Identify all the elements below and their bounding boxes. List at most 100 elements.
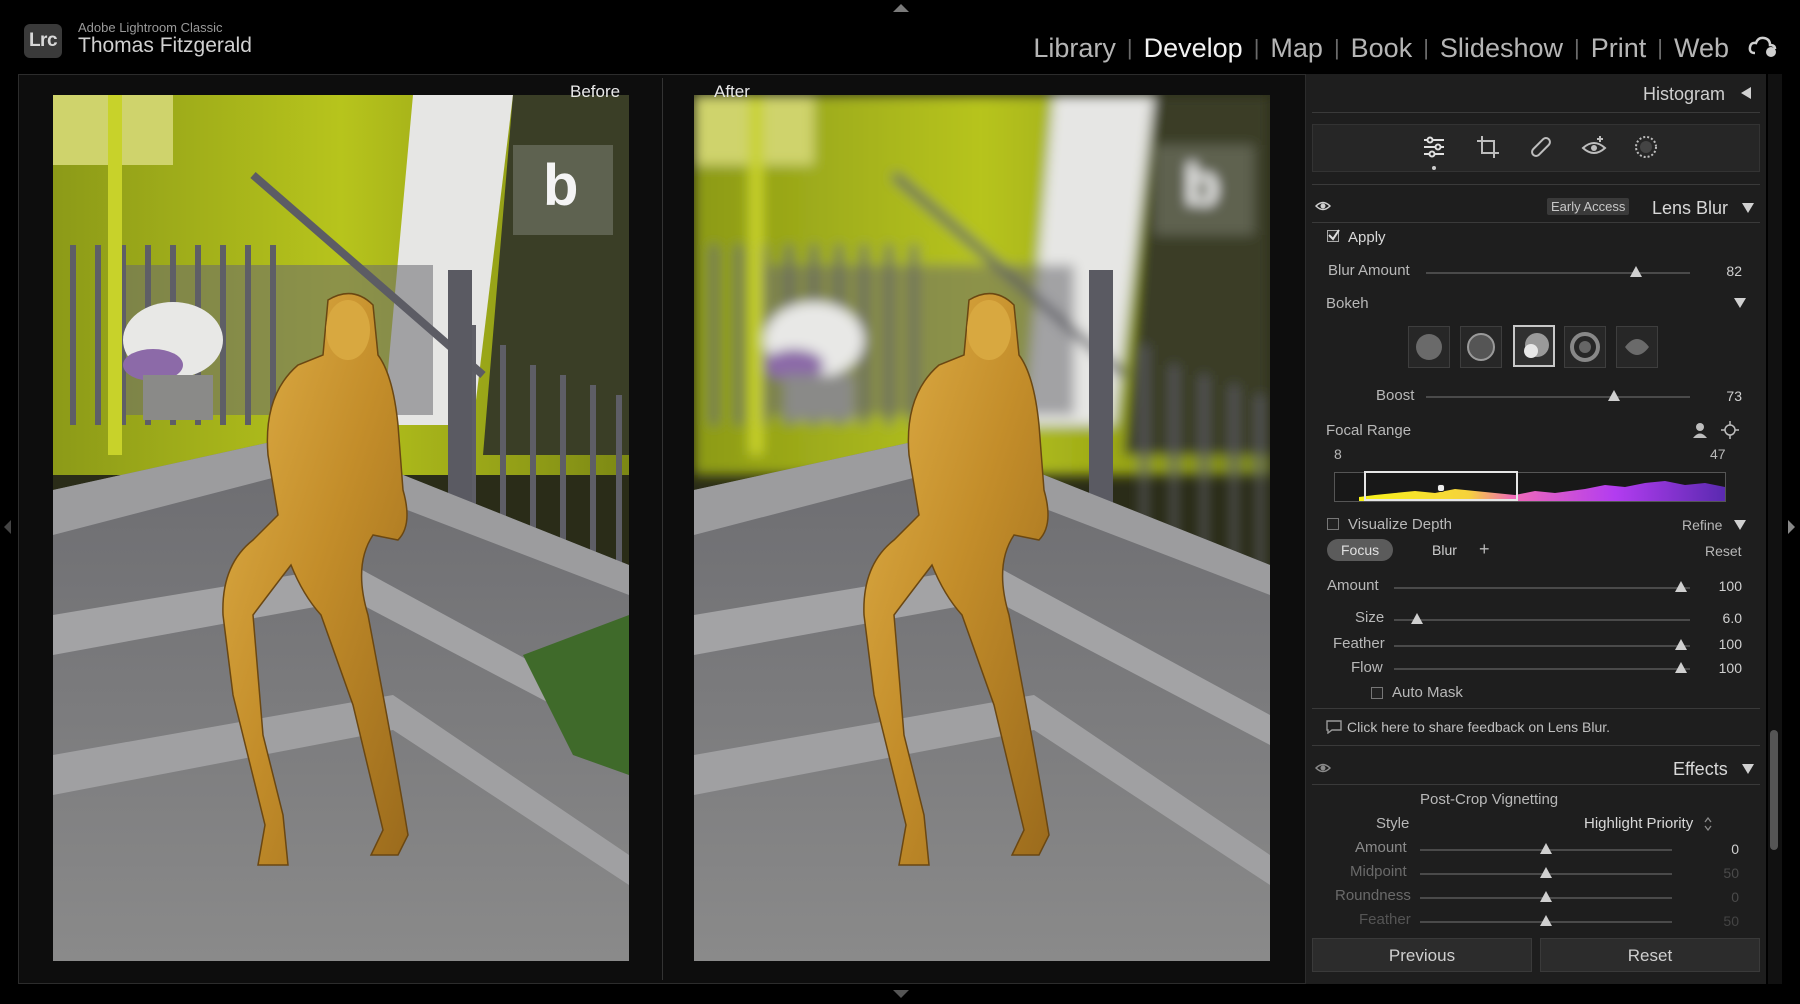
- blur-amount-slider-thumb[interactable]: [1630, 266, 1642, 277]
- brush-flow-slider-track[interactable]: [1394, 668, 1690, 670]
- panel-divider: [1312, 184, 1760, 185]
- lens-blur-collapse-icon[interactable]: [1742, 203, 1754, 213]
- vignette-midpoint-value[interactable]: 50: [1699, 865, 1739, 881]
- previous-button[interactable]: Previous: [1312, 938, 1532, 972]
- brush-amount-value[interactable]: 100: [1702, 578, 1742, 594]
- brush-size-slider-thumb[interactable]: [1411, 613, 1423, 624]
- early-access-badge: Early Access: [1547, 198, 1630, 215]
- brush-feather-label: Feather: [1333, 635, 1385, 652]
- vignette-feather-label: Feather: [1359, 911, 1411, 928]
- red-eye-icon[interactable]: [1580, 133, 1608, 161]
- visualize-depth-checkbox[interactable]: [1327, 518, 1339, 530]
- boost-slider-track[interactable]: [1426, 396, 1690, 398]
- masking-icon[interactable]: [1632, 133, 1660, 161]
- refine-collapse-icon[interactable]: [1734, 520, 1746, 530]
- brush-size-slider-track[interactable]: [1394, 619, 1690, 621]
- cloud-sync-icon[interactable]: [1748, 34, 1778, 58]
- user-name[interactable]: Thomas Fitzgerald: [78, 34, 252, 58]
- brush-reset-button[interactable]: Reset: [1705, 543, 1742, 559]
- focal-point-marker[interactable]: [1437, 484, 1445, 492]
- module-web[interactable]: Web: [1663, 33, 1740, 64]
- lens-blur-title[interactable]: Lens Blur: [1652, 198, 1728, 219]
- bokeh-label: Bokeh: [1326, 295, 1369, 312]
- vignette-title: Post-Crop Vignetting: [1420, 791, 1559, 808]
- vignette-feather-slider-thumb[interactable]: [1540, 915, 1552, 926]
- subject-focus-icon[interactable]: [1690, 420, 1710, 440]
- bokeh-5-blade-button[interactable]: [1513, 325, 1555, 367]
- vignette-style-dropdown[interactable]: Highlight Priority: [1584, 815, 1693, 832]
- brush-amount-label: Amount: [1327, 577, 1379, 594]
- healing-icon[interactable]: [1527, 133, 1555, 161]
- before-photo[interactable]: b: [53, 95, 629, 961]
- boost-slider-thumb[interactable]: [1608, 390, 1620, 401]
- brush-size-value[interactable]: 6.0: [1702, 610, 1742, 626]
- after-photo[interactable]: b: [694, 95, 1270, 961]
- vignette-amount-slider-thumb[interactable]: [1540, 843, 1552, 854]
- bokeh-circle-button[interactable]: [1408, 326, 1450, 368]
- left-panel-toggle-icon[interactable]: [4, 520, 11, 534]
- edit-sliders-icon[interactable]: [1420, 133, 1448, 161]
- vignette-amount-label: Amount: [1355, 839, 1407, 856]
- view-divider: [662, 78, 663, 980]
- bokeh-bubble-button[interactable]: [1460, 326, 1502, 368]
- visualize-depth-label: Visualize Depth: [1348, 516, 1452, 533]
- histogram-collapse-icon[interactable]: [1741, 87, 1751, 99]
- panel-divider: [1312, 745, 1760, 746]
- bokeh-collapse-icon[interactable]: [1734, 298, 1746, 308]
- vignette-roundness-slider-thumb[interactable]: [1540, 891, 1552, 902]
- filmstrip-toggle-icon[interactable]: [893, 990, 909, 998]
- feedback-chat-icon: [1326, 720, 1342, 734]
- right-panel-toggle-icon[interactable]: [1788, 520, 1795, 534]
- brush-feather-slider-thumb[interactable]: [1675, 639, 1687, 650]
- auto-mask-checkbox[interactable]: [1371, 687, 1383, 699]
- brush-amount-slider-thumb[interactable]: [1675, 581, 1687, 592]
- module-map[interactable]: Map: [1259, 33, 1334, 64]
- before-label: Before: [570, 82, 621, 101]
- app-name: Adobe Lightroom Classic: [78, 20, 223, 35]
- point-focus-icon[interactable]: [1720, 420, 1740, 440]
- vignette-roundness-value[interactable]: 0: [1699, 889, 1739, 905]
- module-print[interactable]: Print: [1580, 33, 1658, 64]
- brush-feather-slider-track[interactable]: [1394, 645, 1690, 647]
- histogram-title[interactable]: Histogram: [1643, 84, 1725, 105]
- refine-label[interactable]: Refine: [1682, 517, 1722, 533]
- vignette-feather-value[interactable]: 50: [1699, 913, 1739, 929]
- module-slideshow[interactable]: Slideshow: [1429, 33, 1574, 64]
- brush-amount-slider-track[interactable]: [1394, 587, 1690, 589]
- dropdown-arrows-icon[interactable]: [1704, 817, 1712, 831]
- vignette-midpoint-slider-thumb[interactable]: [1540, 867, 1552, 878]
- crop-icon[interactable]: [1474, 133, 1502, 161]
- brush-feather-value[interactable]: 100: [1702, 636, 1742, 652]
- vignette-amount-value[interactable]: 0: [1699, 841, 1739, 857]
- add-brush-button[interactable]: +: [1479, 539, 1490, 560]
- module-develop[interactable]: Develop: [1133, 33, 1254, 64]
- brush-flow-value[interactable]: 100: [1702, 660, 1742, 676]
- panel-divider: [1312, 112, 1760, 113]
- boost-label: Boost: [1376, 387, 1415, 404]
- top-panel-toggle-icon[interactable]: [893, 4, 909, 12]
- focus-brush-button[interactable]: Focus: [1327, 539, 1394, 561]
- app-logo: Lrc: [24, 24, 62, 58]
- bokeh-cat-eye-button[interactable]: [1616, 326, 1658, 368]
- panel-divider: [1312, 222, 1760, 223]
- blur-amount-slider-track[interactable]: [1426, 272, 1690, 274]
- focal-range-min: 8: [1334, 446, 1342, 462]
- effects-collapse-icon[interactable]: [1742, 764, 1754, 774]
- visibility-eye-icon[interactable]: [1315, 762, 1331, 774]
- bokeh-ring-button[interactable]: [1564, 326, 1606, 368]
- brush-flow-slider-thumb[interactable]: [1675, 662, 1687, 673]
- module-library[interactable]: Library: [1022, 33, 1127, 64]
- boost-value[interactable]: 73: [1702, 388, 1742, 404]
- visibility-eye-icon[interactable]: [1315, 200, 1331, 212]
- active-tool-indicator: [1432, 166, 1436, 170]
- panel-scrollbar-thumb[interactable]: [1770, 730, 1778, 850]
- reset-button[interactable]: Reset: [1540, 938, 1760, 972]
- apply-label: Apply: [1348, 229, 1386, 246]
- blur-brush-button[interactable]: Blur: [1418, 539, 1471, 561]
- brush-size-label: Size: [1355, 609, 1385, 626]
- feedback-link[interactable]: Click here to share feedback on Lens Blu…: [1347, 719, 1610, 735]
- svg-text:b: b: [543, 153, 578, 218]
- module-book[interactable]: Book: [1340, 33, 1424, 64]
- blur-amount-value[interactable]: 82: [1702, 263, 1742, 279]
- effects-title[interactable]: Effects: [1673, 759, 1728, 780]
